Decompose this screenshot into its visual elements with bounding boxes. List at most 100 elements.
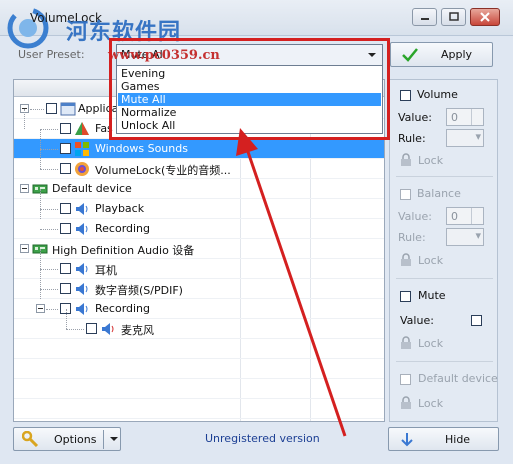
- balance-rule-label: Rule:: [398, 231, 426, 244]
- volume-checkbox[interactable]: [400, 90, 411, 101]
- tree-row-spdif[interactable]: 数字音频(S/PDIF): [14, 269, 384, 299]
- wrench-icon: [22, 431, 39, 447]
- checkmark-icon: [402, 48, 418, 62]
- maximize-button[interactable]: [441, 8, 466, 26]
- row-label: Recording: [95, 302, 151, 315]
- empty-row: [14, 359, 384, 379]
- row-checkbox[interactable]: [60, 163, 71, 174]
- row-label: Windows Sounds: [95, 142, 188, 155]
- applications-icon: [60, 102, 76, 116]
- mute-label: Mute: [418, 289, 446, 302]
- row-checkbox[interactable]: [60, 263, 71, 274]
- lock-icon: [401, 336, 411, 349]
- empty-row: [14, 399, 384, 419]
- balance-value-spinner[interactable]: 0: [446, 207, 484, 225]
- volume-value-label: Value:: [398, 111, 432, 124]
- tree-row-headphones[interactable]: 耳机: [14, 249, 384, 279]
- app-icon: [75, 122, 89, 135]
- volume-label: Volume: [417, 88, 458, 101]
- close-button[interactable]: [470, 8, 500, 26]
- row-label: 耳机: [95, 264, 117, 277]
- row-label: 数字音频(S/PDIF): [95, 284, 183, 297]
- hide-button-label: Hide: [445, 433, 471, 446]
- volume-rule-select[interactable]: [446, 129, 484, 147]
- divider: [103, 430, 104, 449]
- speaker-icon: [76, 303, 88, 315]
- apply-button-label: Apply: [441, 48, 473, 61]
- arrow-down-icon: [401, 433, 413, 447]
- volume-value-spinner[interactable]: 0: [446, 108, 484, 126]
- tree-row-recording[interactable]: Recording: [14, 209, 384, 239]
- spinner-arrows-icon: [471, 109, 483, 125]
- tree-row-default-device[interactable]: Default device: [14, 179, 384, 199]
- spinner-arrows-icon: [471, 208, 483, 224]
- speaker-icon: [76, 283, 88, 295]
- row-checkbox[interactable]: [46, 103, 57, 114]
- minimize-icon: [420, 18, 429, 20]
- options-button-label: Options: [54, 433, 97, 446]
- row-checkbox[interactable]: [86, 323, 97, 334]
- balance-label: Balance: [417, 187, 461, 200]
- speaker-icon: [76, 203, 88, 215]
- volume-value: 0: [451, 111, 458, 124]
- minimize-button[interactable]: [412, 8, 437, 26]
- divider: [396, 278, 493, 279]
- row-checkbox[interactable]: [60, 203, 71, 214]
- row-label: Default device: [52, 182, 132, 195]
- row-checkbox[interactable]: [60, 123, 71, 134]
- mute-value-label: Value:: [400, 314, 434, 327]
- collapse-toggle[interactable]: [36, 304, 45, 313]
- default-device-lock-label[interactable]: Lock: [418, 397, 443, 410]
- tree-row-windows-sounds[interactable]: Windows Sounds: [14, 129, 384, 159]
- mute-lock-label[interactable]: Lock: [418, 337, 443, 350]
- maximize-icon: [448, 12, 459, 21]
- microphone-icon: [102, 323, 114, 335]
- volume-lock-label[interactable]: Lock: [418, 154, 443, 167]
- default-device-checkbox[interactable]: [400, 374, 411, 385]
- lock-icon: [401, 396, 411, 409]
- settings-panel: Volume Value: 0 Rule: Lock Balance Value…: [389, 79, 498, 422]
- collapse-toggle[interactable]: [20, 184, 29, 193]
- row-checkbox[interactable]: [60, 223, 71, 234]
- balance-rule-select[interactable]: [446, 228, 484, 246]
- registration-status[interactable]: Unregistered version: [205, 432, 320, 445]
- tree-row-playback[interactable]: Playback: [14, 189, 384, 219]
- apply-button[interactable]: Apply: [390, 42, 493, 67]
- user-preset-label: User Preset:: [18, 48, 85, 61]
- annotation-highlight-box: [109, 38, 390, 140]
- row-label: VolumeLock(专业的音频...: [95, 164, 231, 177]
- speaker-icon: [76, 223, 88, 235]
- row-label: Recording: [95, 222, 151, 235]
- divider: [396, 176, 493, 177]
- balance-lock-label[interactable]: Lock: [418, 254, 443, 267]
- default-device-label: Default device: [418, 372, 498, 385]
- volumelock-app-icon: [75, 162, 89, 176]
- balance-value: 0: [451, 210, 458, 223]
- row-label: High Definition Audio 设备: [52, 244, 195, 257]
- row-checkbox[interactable]: [60, 143, 71, 154]
- hide-button[interactable]: Hide: [388, 427, 499, 451]
- speaker-icon: [76, 263, 88, 275]
- close-icon: [480, 12, 490, 22]
- lock-icon: [401, 153, 411, 166]
- mute-value-checkbox[interactable]: [471, 315, 482, 326]
- balance-value-label: Value:: [398, 210, 432, 223]
- tree-row-hd-recording[interactable]: Recording: [14, 289, 384, 319]
- divider: [396, 361, 493, 362]
- row-checkbox[interactable]: [60, 283, 71, 294]
- tree-row-microphone[interactable]: 麦克风: [14, 309, 384, 339]
- empty-row: [14, 339, 384, 359]
- row-label: Playback: [95, 202, 145, 215]
- tree-row-hd-audio[interactable]: High Definition Audio 设备: [14, 239, 384, 259]
- collapse-toggle[interactable]: [20, 244, 29, 253]
- lock-icon: [401, 253, 411, 266]
- volume-rule-label: Rule:: [398, 132, 426, 145]
- balance-checkbox[interactable]: [400, 189, 411, 200]
- empty-row: [14, 379, 384, 399]
- row-label: 麦克风: [121, 324, 154, 337]
- options-button[interactable]: Options: [13, 427, 121, 451]
- mute-checkbox[interactable]: [400, 291, 411, 302]
- windows-icon: [75, 142, 89, 156]
- tree-row-volumelock[interactable]: VolumeLock(专业的音频...: [14, 149, 384, 179]
- chevron-down-icon[interactable]: [108, 431, 120, 447]
